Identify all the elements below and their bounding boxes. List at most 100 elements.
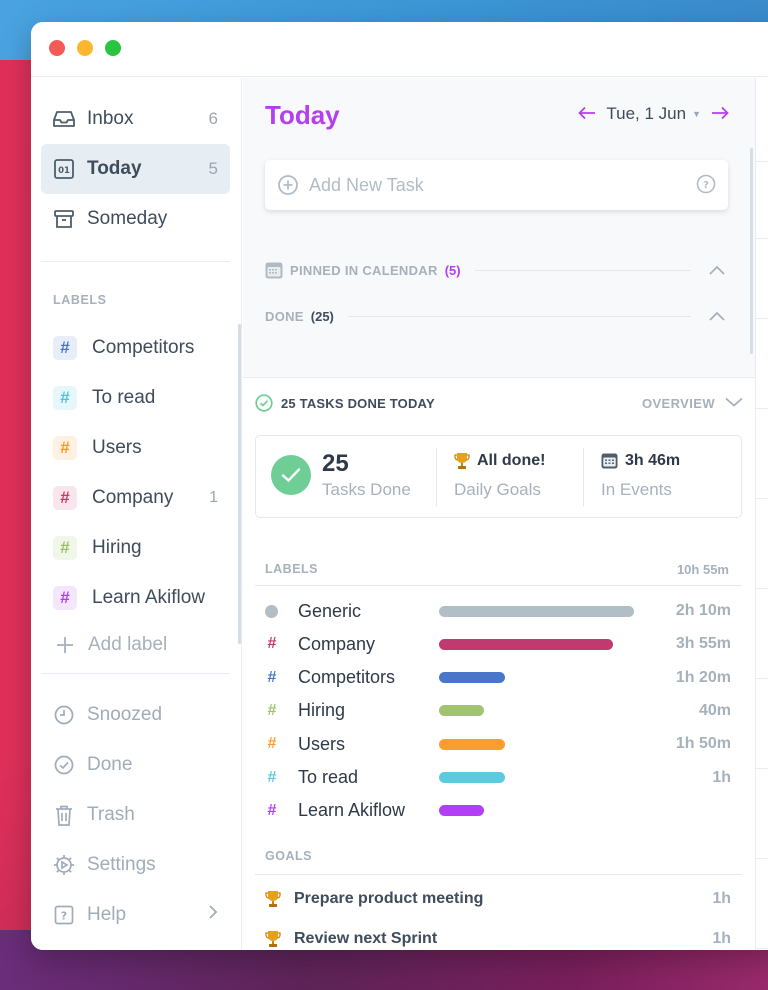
add-label-text: Add label: [88, 634, 168, 655]
calendar-hour-line: [756, 408, 768, 409]
done-label: DONE: [265, 308, 304, 324]
sidebar-item-label: Today: [87, 158, 142, 179]
hash-icon: #: [53, 436, 77, 460]
hash-icon: #: [53, 536, 77, 560]
add-task-input[interactable]: [309, 174, 679, 196]
calendar-hour-line: [756, 238, 768, 239]
sidebar-item-done[interactable]: Done: [41, 740, 230, 790]
pinned-in-calendar-section[interactable]: PINNED IN CALENDAR (5): [265, 260, 725, 280]
hash-icon: #: [53, 386, 77, 410]
sidebar-item-today[interactable]: 01 Today 5: [41, 144, 230, 194]
chevron-up-icon[interactable]: [709, 308, 725, 324]
tasks-done-summary-header[interactable]: 25 TASKS DONE TODAY OVERVIEW: [255, 391, 745, 415]
label-stat-row[interactable]: # Competitors 1h 20m: [265, 665, 731, 691]
label-stat-row[interactable]: # Learn Akiflow: [265, 798, 731, 824]
hash-icon: #: [53, 336, 77, 360]
clock-icon: [52, 703, 76, 727]
done-section[interactable]: DONE (25): [265, 306, 725, 326]
label-name: Users: [92, 437, 142, 458]
section-divider: [255, 874, 742, 875]
label-name: To read: [92, 387, 156, 408]
archive-icon: [52, 207, 76, 231]
calendar-hour-line: [756, 498, 768, 499]
add-label-button[interactable]: Add label: [41, 622, 230, 668]
label-stat-row[interactable]: # Users 1h 50m: [265, 731, 731, 757]
date-navigation: Tue, 1 Jun ▼: [578, 104, 729, 124]
trash-icon: [52, 803, 76, 827]
label-stat-row[interactable]: # To read 1h: [265, 765, 731, 791]
pinned-label: PINNED IN CALENDAR: [290, 262, 438, 278]
sidebar-item-settings[interactable]: Settings: [41, 840, 230, 890]
maximize-window-button[interactable]: [105, 40, 121, 56]
section-divider: [347, 315, 691, 317]
main-panel: Today Tue, 1 Jun ▼ ?: [243, 78, 755, 950]
label-stat-time: 1h 50m: [675, 735, 731, 753]
close-window-button[interactable]: [49, 40, 65, 56]
label-stat-name: To read: [298, 767, 359, 787]
goals-heading: GOALS: [265, 849, 312, 863]
sidebar-item-help[interactable]: ? Help: [41, 890, 230, 940]
label-stat-row[interactable]: # Hiring 40m: [265, 698, 731, 724]
goal-time: 1h: [712, 890, 731, 907]
svg-text:01: 01: [58, 166, 70, 176]
label-stat-name: Company: [298, 633, 376, 654]
calendar-icon: [265, 262, 283, 279]
sidebar-label-company[interactable]: # Company 1: [41, 475, 230, 521]
check-icon: [271, 455, 311, 495]
calendar-panel[interactable]: [755, 78, 768, 950]
inbox-icon: [52, 107, 76, 131]
label-stat-row[interactable]: # Company 3h 55m: [265, 631, 731, 657]
calendar-icon: [601, 453, 618, 469]
sidebar-label-hiring[interactable]: # Hiring: [41, 525, 230, 571]
chevron-down-icon[interactable]: [725, 394, 743, 412]
sidebar-item-snoozed[interactable]: Snoozed: [41, 690, 230, 740]
dot-icon: [265, 604, 278, 618]
overview-toggle[interactable]: OVERVIEW: [642, 396, 715, 411]
labels-total-time: 10h 55m: [676, 562, 729, 577]
svg-text:?: ?: [61, 910, 67, 923]
sidebar-item-label: Done: [87, 754, 133, 775]
gear-icon: [52, 853, 76, 877]
page-title: Today: [265, 100, 340, 130]
help-circle-icon[interactable]: ?: [696, 174, 716, 199]
sidebar-label-users[interactable]: # Users: [41, 425, 230, 471]
minimize-window-button[interactable]: [77, 40, 93, 56]
plus-icon: [53, 636, 77, 654]
label-stat-row[interactable]: Generic 2h 10m: [265, 598, 731, 624]
sidebar-label-competitors[interactable]: # Competitors: [41, 325, 230, 371]
chevron-up-icon[interactable]: [709, 262, 725, 278]
label-bar-track: [439, 638, 639, 650]
label-time-bar: [439, 805, 484, 817]
goal-row[interactable]: Review next Sprint 1h: [265, 926, 731, 950]
sidebar-item-inbox[interactable]: Inbox 6: [41, 94, 230, 144]
label-stat-time: 1h 20m: [675, 668, 731, 686]
label-name: Company: [92, 487, 174, 508]
sidebar-label-learn-akiflow[interactable]: # Learn Akiflow: [41, 575, 230, 621]
today-count: 5: [208, 159, 218, 178]
previous-day-arrow-icon[interactable]: [578, 104, 596, 124]
sidebar-scrollbar[interactable]: [238, 324, 241, 644]
goal-time: 1h: [712, 930, 731, 947]
next-day-arrow-icon[interactable]: [711, 104, 729, 124]
help-icon: ?: [52, 903, 76, 927]
sidebar-label-to-read[interactable]: # To read: [41, 375, 230, 421]
stats-card: 25 Tasks Done All done! Daily Goals 3h 4…: [255, 435, 742, 518]
date-selector[interactable]: Tue, 1 Jun: [606, 104, 686, 124]
sidebar-item-label: Snoozed: [87, 704, 163, 725]
sidebar-item-label: Someday: [87, 208, 168, 229]
label-time-bar: [439, 605, 634, 617]
main-scrollbar[interactable]: [750, 148, 753, 354]
add-task-field[interactable]: ?: [265, 160, 728, 210]
sidebar-item-someday[interactable]: Someday: [41, 194, 230, 244]
trophy-icon: [265, 890, 281, 908]
events-time: 3h 46m: [625, 452, 681, 469]
stat-divider: [583, 448, 584, 506]
goal-row[interactable]: Prepare product meeting 1h: [265, 886, 731, 912]
tasks-done-label: Tasks Done: [322, 480, 411, 499]
label-stat-time: 2h 10m: [675, 602, 731, 619]
goal-name: Review next Sprint: [294, 930, 438, 947]
trophy-icon: [265, 930, 281, 948]
caret-down-icon[interactable]: ▼: [692, 109, 701, 119]
hash-icon: #: [267, 735, 277, 753]
sidebar-item-trash[interactable]: Trash: [41, 790, 230, 840]
